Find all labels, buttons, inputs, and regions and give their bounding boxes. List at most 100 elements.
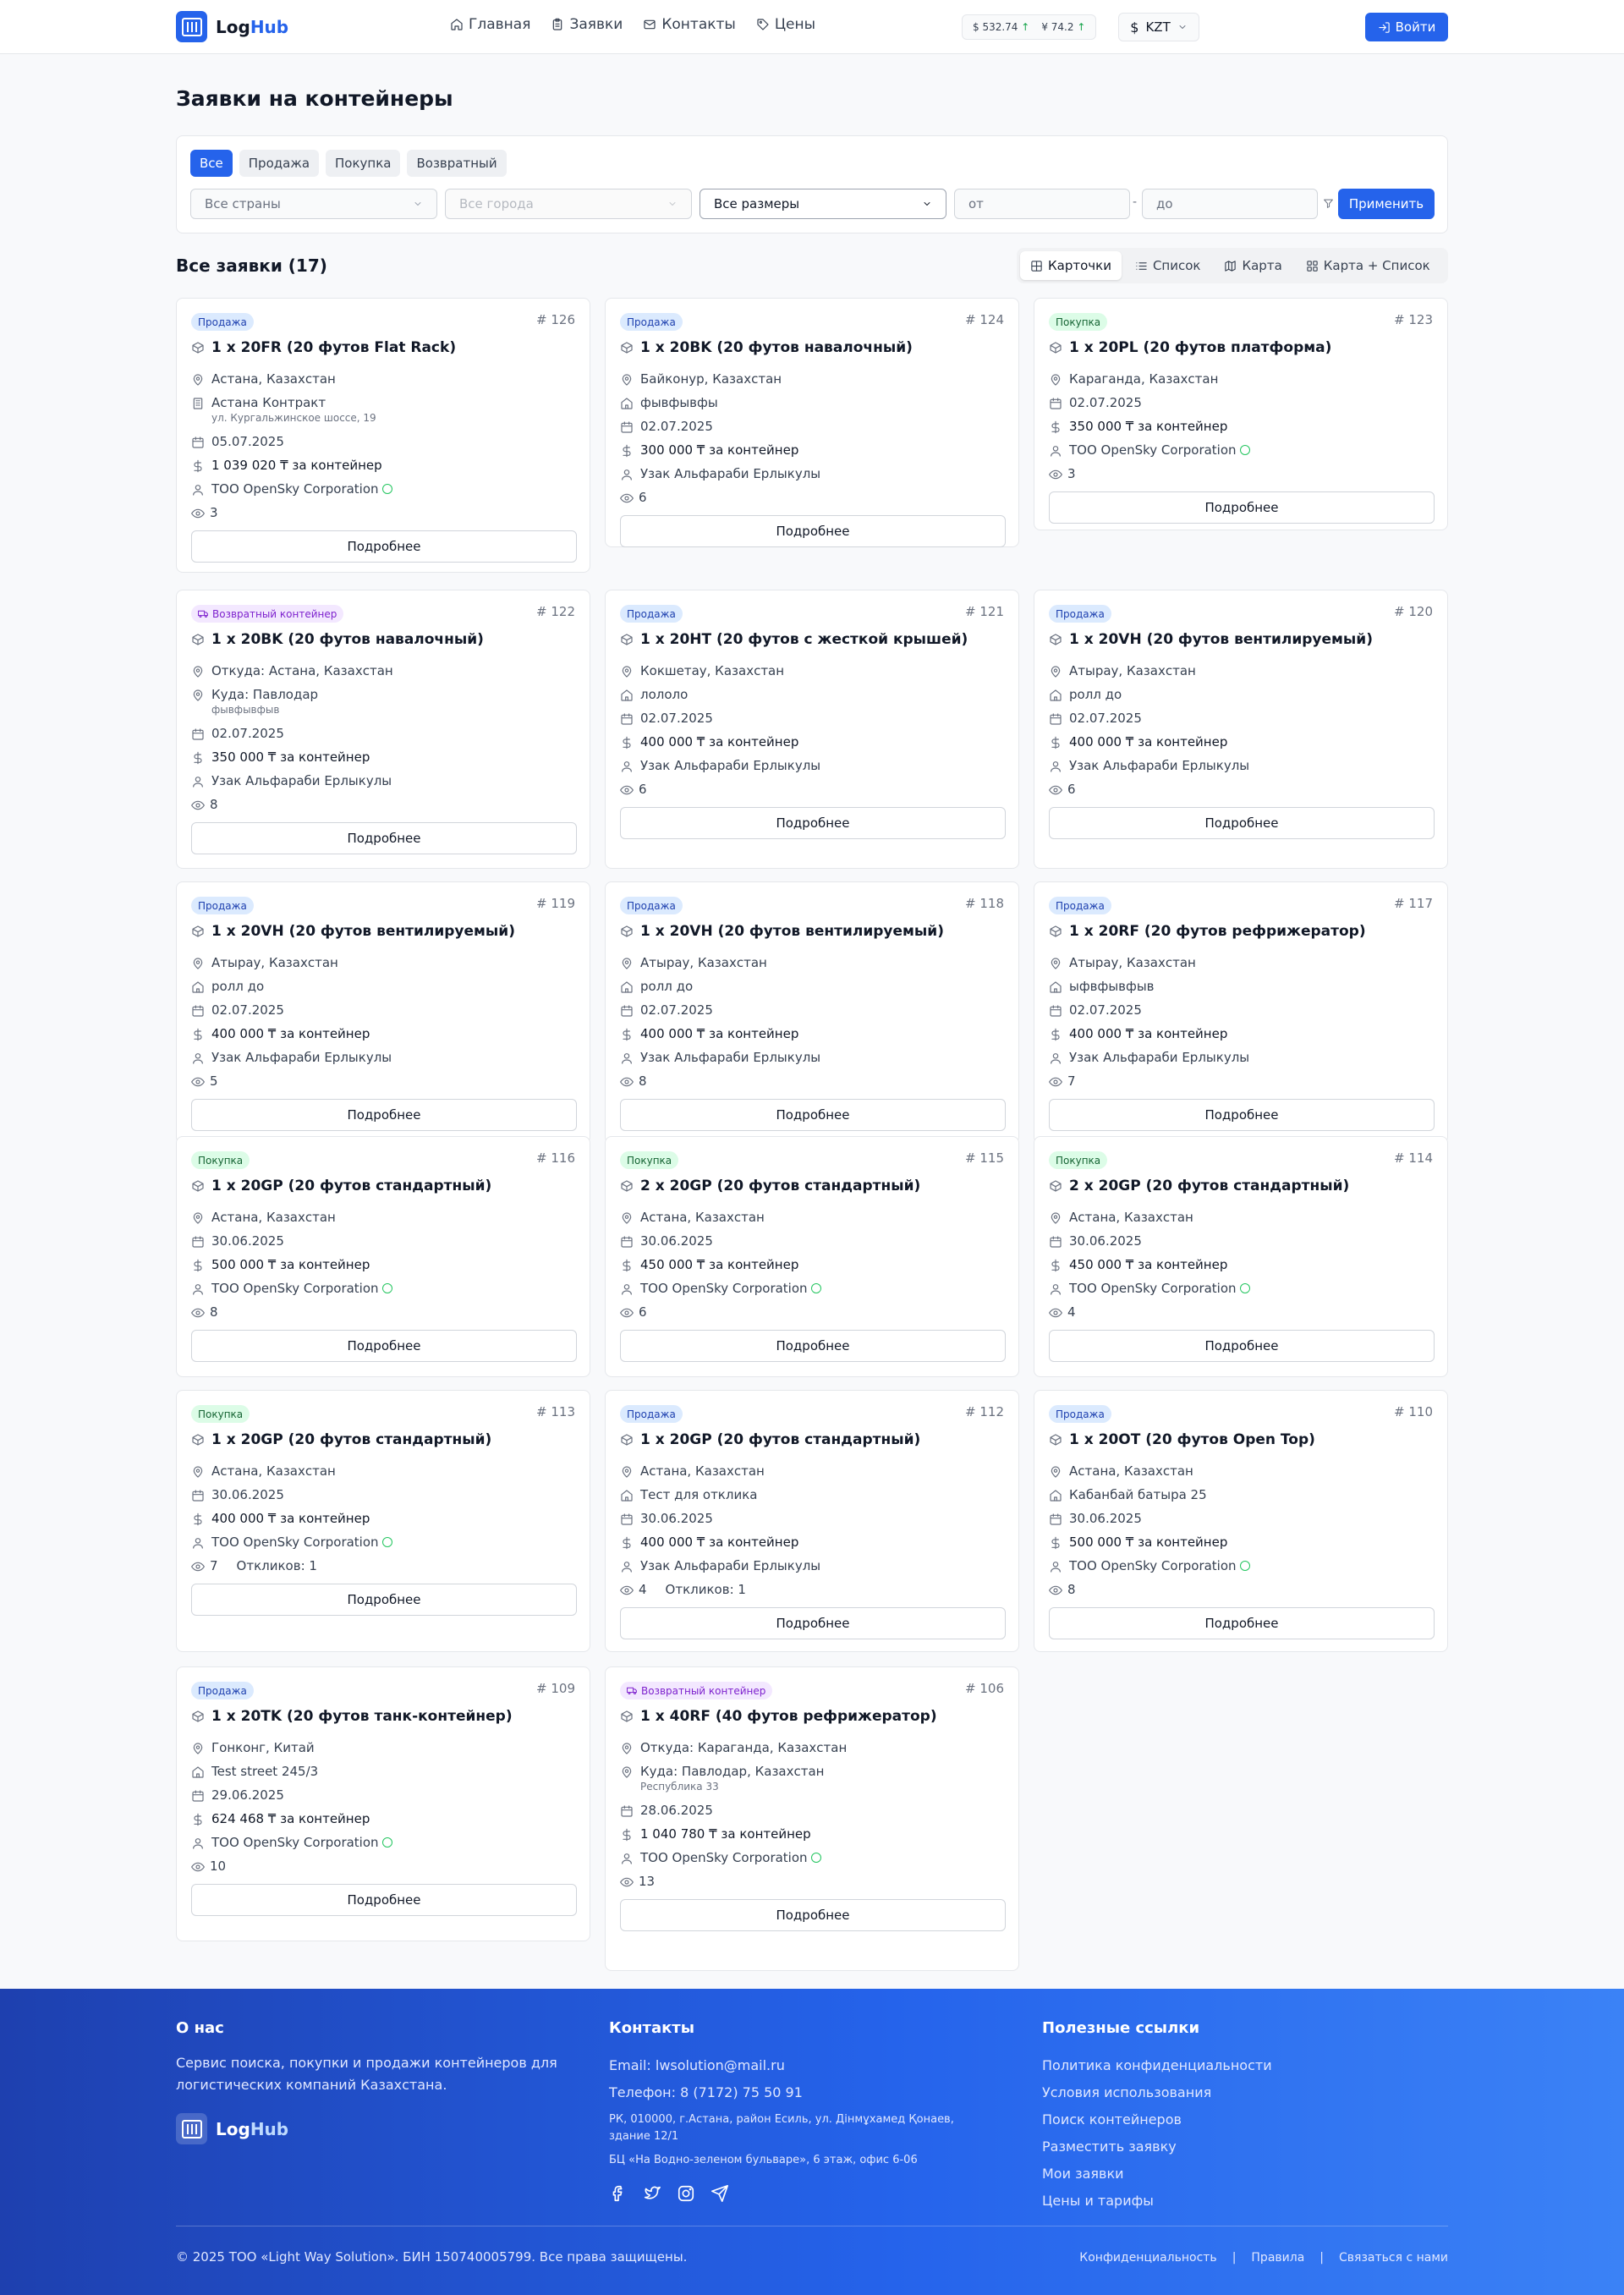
nav-contacts[interactable]: Контакты bbox=[643, 16, 736, 33]
nav-prices[interactable]: Цены bbox=[756, 16, 815, 33]
telegram-icon[interactable] bbox=[710, 2184, 729, 2203]
details-button[interactable]: Подробнее bbox=[1049, 1330, 1435, 1362]
instagram-icon[interactable] bbox=[677, 2184, 695, 2203]
facebook-icon[interactable] bbox=[609, 2184, 628, 2203]
footer-link-search[interactable]: Поиск контейнеров bbox=[1042, 2106, 1440, 2133]
bottom-link-privacy[interactable]: Конфиденциальность bbox=[1079, 2251, 1216, 2265]
card-title[interactable]: 1 x 20VH (20 футов вентилируемый) bbox=[620, 923, 944, 940]
bottom-link-contact[interactable]: Связаться с нами bbox=[1339, 2251, 1448, 2265]
details-button[interactable]: Подробнее bbox=[191, 530, 577, 563]
price-from-input[interactable]: от bbox=[954, 189, 1130, 219]
request-card[interactable]: Покупка # 114 2 x 20GP (20 футов стандартн… bbox=[1034, 1136, 1448, 1377]
tab-all[interactable]: Все bbox=[190, 150, 233, 177]
request-card[interactable]: Покупка # 113 1 x 20GP (20 футов стандартн… bbox=[176, 1390, 590, 1652]
details-button[interactable]: Подробнее bbox=[1049, 491, 1435, 524]
tab-sale[interactable]: Продажа bbox=[239, 150, 320, 177]
request-card[interactable]: Возвратный контейнер # 106 1 x 40RF (40 фу… bbox=[605, 1666, 1019, 1971]
card-title[interactable]: 1 x 20OT (20 футов Open Top) bbox=[1049, 1431, 1315, 1448]
twitter-icon[interactable] bbox=[643, 2184, 661, 2203]
truck-icon bbox=[627, 1687, 637, 1694]
card-title[interactable]: 1 x 20VH (20 футов вентилируемый) bbox=[191, 923, 515, 940]
eye-icon bbox=[191, 508, 205, 519]
request-card[interactable]: Продажа # 124 1 x 20BK (20 футов навалочны… bbox=[605, 298, 1019, 547]
owner-row: Узак Альфараби Ерлыкулы bbox=[620, 758, 820, 773]
footer-email[interactable]: Email: lwsolution@mail.ru bbox=[609, 2052, 998, 2079]
request-card[interactable]: Продажа # 117 1 x 20RF (20 футов рефрижера… bbox=[1034, 881, 1448, 1144]
currency-select[interactable]: $ KZT bbox=[1118, 13, 1199, 41]
tab-return[interactable]: Возвратный bbox=[407, 150, 507, 177]
request-card[interactable]: Возвратный контейнер # 122 1 x 20BK (20 фу… bbox=[176, 590, 590, 869]
request-card[interactable]: Продажа # 121 1 x 20HT (20 футов с жесткой… bbox=[605, 590, 1019, 869]
card-title[interactable]: 1 x 20GP (20 футов стандартный) bbox=[191, 1178, 491, 1194]
card-title[interactable]: 1 x 20TK (20 футов танк-контейнер) bbox=[191, 1708, 513, 1725]
view-cards[interactable]: Карточки bbox=[1020, 251, 1122, 280]
footer-link-privacy[interactable]: Политика конфиденциальности bbox=[1042, 2052, 1440, 2079]
request-card[interactable]: Покупка # 115 2 x 20GP (20 футов стандартн… bbox=[605, 1136, 1019, 1377]
dollar-icon bbox=[623, 1536, 631, 1550]
details-button[interactable]: Подробнее bbox=[620, 515, 1006, 547]
details-button[interactable]: Подробнее bbox=[620, 1330, 1006, 1362]
footer-link-post[interactable]: Разместить заявку bbox=[1042, 2133, 1440, 2160]
details-button[interactable]: Подробнее bbox=[191, 1330, 577, 1362]
request-id: # 110 bbox=[1394, 1404, 1433, 1419]
card-title[interactable]: 1 x 20GP (20 футов стандартный) bbox=[620, 1431, 920, 1448]
request-card[interactable]: Продажа # 120 1 x 20VH (20 футов вентилиру… bbox=[1034, 590, 1448, 869]
nav-requests[interactable]: Заявки bbox=[551, 16, 623, 33]
footer-link-terms[interactable]: Условия использования bbox=[1042, 2079, 1440, 2106]
card-title[interactable]: 1 x 20RF (20 футов рефрижератор) bbox=[1049, 923, 1366, 940]
request-card[interactable]: Покупка # 123 1 x 20PL (20 футов платформа… bbox=[1034, 298, 1448, 530]
details-button[interactable]: Подробнее bbox=[1049, 807, 1435, 839]
details-button[interactable]: Подробнее bbox=[620, 1607, 1006, 1639]
request-card[interactable]: Покупка # 116 1 x 20GP (20 футов стандартн… bbox=[176, 1136, 590, 1377]
card-title[interactable]: 2 x 20GP (20 футов стандартный) bbox=[620, 1178, 920, 1194]
bottom-link-rules[interactable]: Правила bbox=[1251, 2251, 1304, 2265]
price-row: 400 000 ₸ за контейнер bbox=[1049, 734, 1227, 749]
view-list[interactable]: Список bbox=[1125, 251, 1211, 280]
view-map-list[interactable]: Карта + Список bbox=[1296, 251, 1440, 280]
request-card[interactable]: Продажа # 126 1 x 20FR (20 футов Flat Rack… bbox=[176, 298, 590, 573]
footer-phone[interactable]: Телефон: 8 (7172) 75 50 91 bbox=[609, 2079, 998, 2106]
country-select[interactable]: Все страны bbox=[190, 189, 437, 219]
card-title[interactable]: 1 x 20GP (20 футов стандартный) bbox=[191, 1431, 491, 1448]
card-title[interactable]: 1 x 20PL (20 футов платформа) bbox=[1049, 339, 1331, 356]
type-badge: Покупка bbox=[1049, 313, 1108, 331]
date-row: 02.07.2025 bbox=[1049, 711, 1142, 726]
details-button[interactable]: Подробнее bbox=[620, 807, 1006, 839]
details-button[interactable]: Подробнее bbox=[620, 1899, 1006, 1931]
details-button[interactable]: Подробнее bbox=[191, 1099, 577, 1131]
request-card[interactable]: Продажа # 112 1 x 20GP (20 футов стандартн… bbox=[605, 1390, 1019, 1652]
card-title[interactable]: 1 x 20VH (20 футов вентилируемый) bbox=[1049, 631, 1373, 648]
price-to-input[interactable]: до bbox=[1142, 189, 1318, 219]
card-title[interactable]: 1 x 20HT (20 футов с жесткой крышей) bbox=[620, 631, 968, 648]
login-button[interactable]: Войти bbox=[1365, 13, 1448, 41]
details-button[interactable]: Подробнее bbox=[620, 1099, 1006, 1131]
card-title[interactable]: 1 x 20BK (20 футов навалочный) bbox=[191, 631, 484, 648]
view-map[interactable]: Карта bbox=[1214, 251, 1292, 280]
views-row: 7 Откликов: 1 bbox=[191, 1558, 317, 1573]
details-button[interactable]: Подробнее bbox=[191, 1584, 577, 1616]
dollar-icon bbox=[194, 751, 202, 765]
nav-home[interactable]: Главная bbox=[450, 16, 530, 33]
request-card[interactable]: Продажа # 118 1 x 20VH (20 футов вентилиру… bbox=[605, 881, 1019, 1144]
footer-link-my-requests[interactable]: Мои заявки bbox=[1042, 2160, 1440, 2188]
logo[interactable]: LogHub bbox=[176, 11, 288, 42]
request-card[interactable]: Продажа # 109 1 x 20TK (20 футов танк-конт… bbox=[176, 1666, 590, 1941]
details-button[interactable]: Подробнее bbox=[1049, 1607, 1435, 1639]
request-card[interactable]: Продажа # 119 1 x 20VH (20 футов вентилиру… bbox=[176, 881, 590, 1144]
footer-link-pricing[interactable]: Цены и тарифы bbox=[1042, 2188, 1440, 2215]
card-title[interactable]: 1 x 20BK (20 футов навалочный) bbox=[620, 339, 913, 356]
city-select[interactable]: Все города bbox=[445, 189, 692, 219]
footer-logo[interactable]: LogHub bbox=[176, 2113, 573, 2144]
package-icon bbox=[1050, 634, 1062, 645]
card-title[interactable]: 1 x 20FR (20 футов Flat Rack) bbox=[191, 339, 456, 356]
views-row: 6 bbox=[620, 490, 647, 505]
request-card[interactable]: Продажа # 110 1 x 20OT (20 футов Open Top)… bbox=[1034, 1390, 1448, 1652]
details-button[interactable]: Подробнее bbox=[191, 1884, 577, 1916]
card-title[interactable]: 1 x 40RF (40 футов рефрижератор) bbox=[620, 1708, 937, 1725]
tab-buy[interactable]: Покупка bbox=[326, 150, 401, 177]
details-button[interactable]: Подробнее bbox=[1049, 1099, 1435, 1131]
apply-button[interactable]: Применить bbox=[1338, 189, 1435, 219]
details-button[interactable]: Подробнее bbox=[191, 822, 577, 854]
card-title[interactable]: 2 x 20GP (20 футов стандартный) bbox=[1049, 1178, 1349, 1194]
size-select[interactable]: Все размеры bbox=[700, 189, 946, 219]
